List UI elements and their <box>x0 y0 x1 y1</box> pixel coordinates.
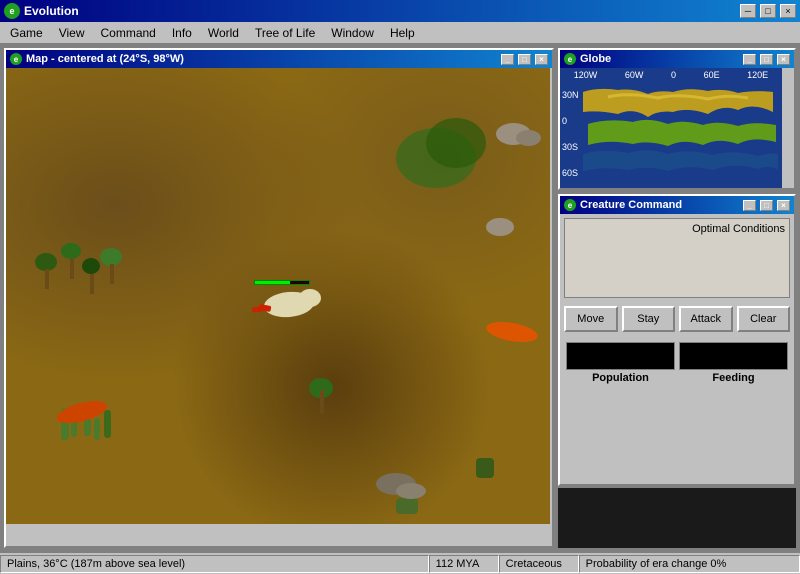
feeding-box: Feeding <box>677 340 790 384</box>
creature-cmd-maximize-btn[interactable]: □ <box>760 200 773 211</box>
main-area: e Map - centered at (24°S, 98°W) _ □ × <box>0 44 800 552</box>
palm-5 <box>311 378 331 414</box>
status-bar: Plains, 36°C (187m above sea level) 112 … <box>0 552 800 574</box>
health-bar <box>254 280 310 285</box>
map-canvas[interactable] <box>6 68 550 524</box>
shrub-2 <box>396 498 418 514</box>
era-text: Cretaceous <box>506 558 562 570</box>
palm-3 <box>81 258 101 294</box>
menu-info[interactable]: Info <box>164 24 200 42</box>
player-creature <box>254 287 324 327</box>
cactus-5 <box>104 410 111 438</box>
stay-button[interactable]: Stay <box>622 306 676 332</box>
move-button[interactable]: Move <box>564 306 618 332</box>
globe-title-bar: e Globe _ □ × <box>560 50 794 68</box>
globe-icon: e <box>564 53 576 65</box>
menu-view[interactable]: View <box>51 24 93 42</box>
minimize-button[interactable]: ─ <box>740 4 756 18</box>
palm-1 <box>36 253 56 289</box>
menu-command[interactable]: Command <box>92 24 163 42</box>
optimal-conditions-label: Optimal Conditions <box>692 223 785 235</box>
globe-title: Globe <box>580 53 739 65</box>
globe-canvas: 120W 60W 0 60E 120E 30N 0 30S 60S <box>560 68 782 188</box>
stats-row: Population Feeding <box>564 340 790 384</box>
rock-3 <box>486 218 514 236</box>
menu-bar: Game View Command Info World Tree of Lif… <box>0 22 800 44</box>
left-panel: e Map - centered at (24°S, 98°W) _ □ × <box>0 44 558 552</box>
menu-game[interactable]: Game <box>2 24 51 42</box>
menu-tree-of-life[interactable]: Tree of Life <box>247 24 323 42</box>
menu-help[interactable]: Help <box>382 24 423 42</box>
close-button[interactable]: × <box>780 4 796 18</box>
time-text: 112 MYA <box>436 558 480 570</box>
creature-cmd-content: Optimal Conditions Move Stay Attack Clea… <box>560 214 794 388</box>
time-status: 112 MYA <box>429 555 499 573</box>
palm-2 <box>61 243 81 279</box>
attack-button[interactable]: Attack <box>679 306 733 332</box>
era-status: Cretaceous <box>499 555 579 573</box>
clear-button[interactable]: Clear <box>737 306 791 332</box>
population-box: Population <box>564 340 677 384</box>
optimal-conditions-box: Optimal Conditions <box>564 218 790 298</box>
feeding-label: Feeding <box>677 372 790 384</box>
terrain-text: Plains, 36°C (187m above sea level) <box>7 558 185 570</box>
globe-minimize-btn[interactable]: _ <box>743 54 756 65</box>
creature-cmd-icon: e <box>564 199 576 211</box>
rock-2 <box>516 130 541 146</box>
vegetation-2 <box>426 118 486 168</box>
app-title-bar: e Evolution ─ □ × <box>0 0 800 22</box>
player-creature-container <box>254 280 324 327</box>
population-value <box>566 342 675 370</box>
menu-world[interactable]: World <box>200 24 247 42</box>
creature-command-window: e Creature Command _ □ × Optimal Conditi… <box>558 194 796 486</box>
menu-window[interactable]: Window <box>323 24 382 42</box>
map-title-bar: e Map - centered at (24°S, 98°W) _ □ × <box>6 50 552 68</box>
bottom-dark-area <box>558 488 796 548</box>
cactus-4 <box>94 418 100 440</box>
health-fill <box>255 281 290 284</box>
globe-map-svg <box>578 82 778 187</box>
creature-cmd-title: Creature Command <box>580 199 739 211</box>
map-icon: e <box>10 53 22 65</box>
app-title: Evolution <box>24 4 736 18</box>
rock-5 <box>396 483 426 499</box>
population-label: Population <box>564 372 677 384</box>
globe-lon-labels: 120W 60W 0 60E 120E <box>560 70 782 80</box>
shrub-1 <box>476 458 494 478</box>
command-buttons-row: Move Stay Attack Clear <box>564 306 790 332</box>
map-close-btn[interactable]: × <box>535 54 548 65</box>
globe-window: e Globe _ □ × 120W 60W 0 60E 120E 30N 0 <box>558 48 796 190</box>
map-window: e Map - centered at (24°S, 98°W) _ □ × <box>4 48 554 548</box>
map-minimize-btn[interactable]: _ <box>501 54 514 65</box>
map-title: Map - centered at (24°S, 98°W) <box>26 53 497 65</box>
right-panel: e Globe _ □ × 120W 60W 0 60E 120E 30N 0 <box>558 44 800 552</box>
terrain-status: Plains, 36°C (187m above sea level) <box>0 555 429 573</box>
feeding-value <box>679 342 788 370</box>
globe-close-btn[interactable]: × <box>777 54 790 65</box>
globe-maximize-btn[interactable]: □ <box>760 54 773 65</box>
probability-status: Probability of era change 0% <box>579 555 800 573</box>
maximize-button[interactable]: □ <box>760 4 776 18</box>
creature-cmd-title-bar: e Creature Command _ □ × <box>560 196 794 214</box>
app-icon: e <box>4 3 20 19</box>
creature-cmd-close-btn[interactable]: × <box>777 200 790 211</box>
probability-text: Probability of era change 0% <box>586 558 727 570</box>
globe-lat-labels: 30N 0 30S 60S <box>562 82 579 186</box>
creature-cmd-minimize-btn[interactable]: _ <box>743 200 756 211</box>
palm-4 <box>101 248 121 284</box>
map-maximize-btn[interactable]: □ <box>518 54 531 65</box>
